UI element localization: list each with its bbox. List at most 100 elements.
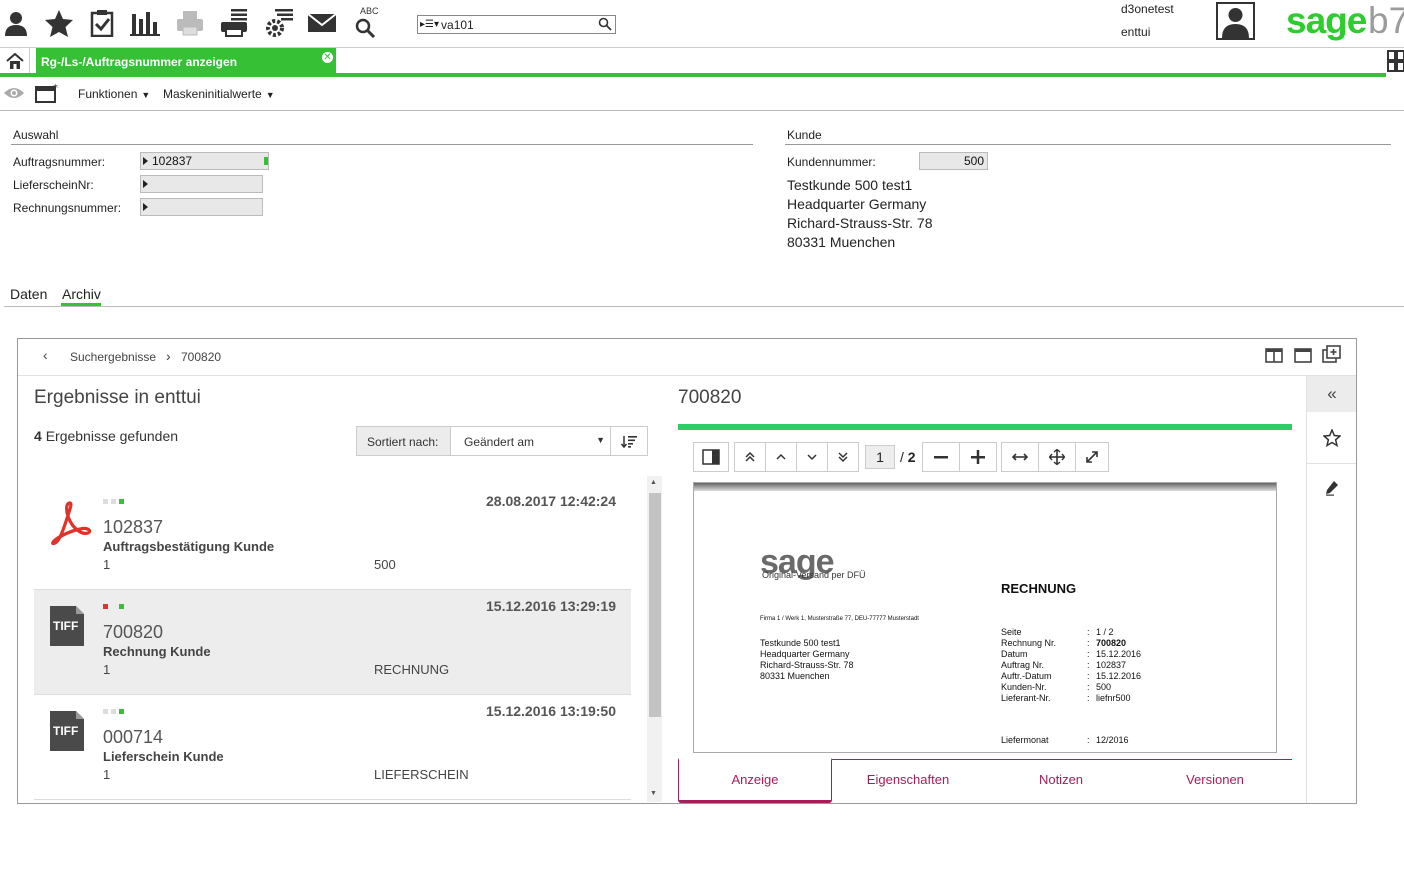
result-field-a: 1 [103, 662, 111, 677]
chevron-up-icon [776, 453, 786, 460]
preview-meta-key: Seite [1001, 627, 1022, 637]
user-icon[interactable] [0, 6, 32, 40]
status-dot [103, 709, 108, 714]
tab-order-lookup[interactable]: Rg-/Ls-/Auftragsnummer anzeigen [36, 48, 336, 74]
breadcrumb-current: 700820 [181, 350, 222, 364]
tab-eigenschaften[interactable]: Eigenschaften [832, 772, 984, 787]
search-icon[interactable] [598, 17, 612, 34]
result-item[interactable]: 28.08.2017 12:42:24 102837 Auftragsbestä… [34, 485, 631, 590]
preview-month-value: 12/2016 [1096, 735, 1129, 745]
bar-chart-icon[interactable] [129, 6, 161, 40]
edit-button[interactable] [1307, 470, 1356, 506]
results-count: 4 Ergebnisse gefunden [34, 428, 178, 444]
pencil-icon [1326, 481, 1338, 496]
document-preview[interactable]: sage Original-Versand per DFÜ RECHNUNG F… [693, 482, 1277, 753]
customer-number-field[interactable]: 500 [919, 152, 988, 170]
double-chevron-left-icon: « [1327, 384, 1337, 403]
chevron-down-icon: ▼ [141, 90, 151, 100]
result-item[interactable]: TIFF 15.12.2016 13:19:50 000714 Liefersc… [34, 695, 631, 800]
preview-recipient-line: 80331 Muenchen [760, 671, 830, 681]
preview-heading: RECHNUNG [1001, 581, 1077, 596]
sort-direction-button[interactable] [611, 427, 647, 455]
grid-layout-icon[interactable] [1387, 49, 1404, 73]
favorites-star-icon[interactable] [43, 6, 75, 40]
delivery-note-field[interactable] [140, 175, 263, 193]
preview-recipient-line: Headquarter Germany [760, 649, 850, 659]
minus-icon [934, 456, 948, 459]
favorite-button[interactable] [1307, 420, 1356, 456]
preview-meta-colon: : [1087, 627, 1090, 637]
home-button[interactable] [0, 48, 30, 74]
back-chevron-icon[interactable]: ‹ [43, 347, 48, 363]
functions-menu[interactable]: Funktionen ▼ [78, 87, 150, 101]
single-view-icon[interactable] [1294, 348, 1312, 366]
fit-width-button[interactable] [1001, 442, 1039, 472]
sage-logo: sage [1286, 0, 1367, 41]
mask-values-menu[interactable]: Maskeninitialwerte ▼ [163, 87, 275, 101]
split-view-icon[interactable] [1265, 348, 1283, 366]
sort-select[interactable]: Geändert am ▼ [451, 427, 611, 455]
avatar[interactable] [1216, 2, 1255, 40]
settings-list-icon[interactable] [263, 6, 295, 40]
pan-button[interactable] [1038, 442, 1076, 472]
tab-archiv[interactable]: Archiv [62, 286, 101, 302]
preview-meta-colon: : [1087, 638, 1090, 648]
zoom-out-button[interactable] [922, 442, 960, 472]
tab-versionen[interactable]: Versionen [1138, 772, 1292, 787]
preview-recipient-line: Richard-Strauss-Str. 78 [760, 660, 854, 670]
status-dot [111, 709, 116, 714]
print-list-icon[interactable] [219, 6, 251, 40]
fullscreen-button[interactable] [1075, 442, 1109, 472]
preview-meta-value: 102837 [1096, 660, 1127, 670]
status-dot [103, 499, 108, 504]
close-tab-icon[interactable]: ✕ [322, 52, 333, 63]
preview-meta-value: 500 [1096, 682, 1112, 692]
pdf-icon [48, 499, 92, 546]
invoice-number-field[interactable] [140, 198, 263, 216]
tab-notizen[interactable]: Notizen [984, 772, 1138, 787]
result-item-selected[interactable]: TIFF 15.12.2016 13:29:19 700820 Rechnung… [34, 590, 631, 695]
search-input[interactable] [441, 16, 592, 33]
tab-daten[interactable]: Daten [10, 286, 47, 302]
last-page-button[interactable] [827, 442, 859, 472]
next-page-button[interactable] [796, 442, 828, 472]
preview-meta-colon: : [1087, 682, 1090, 692]
task-checklist-icon[interactable] [86, 6, 118, 40]
mail-icon[interactable] [306, 6, 338, 40]
new-window-icon[interactable]: * [35, 83, 59, 106]
results-count-text: Ergebnisse gefunden [45, 428, 179, 444]
spellcheck-search-icon[interactable]: ABC [350, 6, 382, 40]
preview-meta-value: 700820 [1096, 638, 1127, 648]
breadcrumb-search-results[interactable]: Suchergebnisse [70, 350, 156, 364]
results-count-number: 4 [34, 428, 42, 444]
results-scrollbar-thumb[interactable] [649, 493, 661, 717]
result-date: 15.12.2016 13:29:19 [486, 598, 616, 614]
page-number-input[interactable]: 1 [865, 445, 895, 469]
chevron-down-icon [807, 454, 817, 461]
search-mode-icon[interactable]: ▸☰▾ [418, 19, 441, 30]
preview-meta-key: Auftrag Nr. [1001, 660, 1045, 670]
first-page-button[interactable] [734, 442, 766, 472]
open-external-icon[interactable] [1322, 345, 1341, 366]
status-dot [111, 604, 116, 609]
tab-anzeige[interactable]: Anzeige [678, 772, 832, 787]
toggle-sidebar-button[interactable] [693, 442, 729, 472]
result-number: 102837 [103, 517, 164, 537]
preview-meta-value: 15.12.2016 [1096, 649, 1142, 659]
eye-icon[interactable] [3, 86, 25, 103]
status-dot [103, 604, 108, 609]
page-total: 2 [907, 449, 916, 465]
previous-page-button[interactable] [765, 442, 797, 472]
order-number-field[interactable]: 102837 [140, 152, 269, 170]
scroll-up-icon[interactable]: ▲ [650, 479, 657, 486]
global-search-field[interactable]: ▸☰▾ [417, 15, 616, 34]
move-icon [1049, 449, 1065, 465]
preview-shadow [694, 483, 1276, 491]
tiff-icon: TIFF [48, 604, 88, 650]
collapse-panel-button[interactable]: « [1307, 376, 1356, 412]
result-date: 15.12.2016 13:19:50 [486, 703, 616, 719]
print-disabled-icon [174, 6, 206, 40]
scroll-down-icon[interactable]: ▼ [650, 790, 657, 797]
zoom-in-button[interactable] [959, 442, 997, 472]
plus-icon [971, 450, 985, 464]
